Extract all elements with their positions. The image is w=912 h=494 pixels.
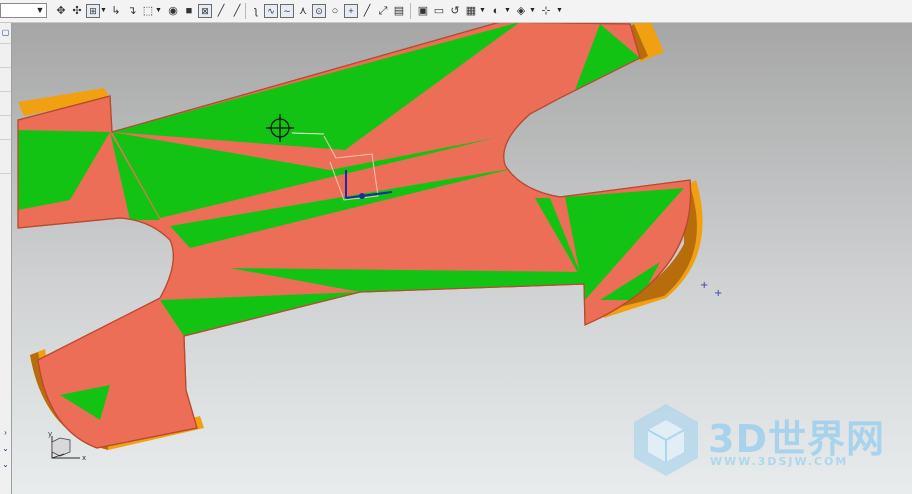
select-box-icon[interactable]: ⬚ — [141, 4, 155, 18]
render-icon[interactable]: ◉ — [166, 4, 180, 18]
plus-icon[interactable]: + — [344, 4, 358, 18]
table-icon[interactable]: ▦ — [464, 4, 478, 18]
triad-y-label: y — [48, 430, 52, 438]
toolbar-separator — [245, 3, 246, 19]
measure-icon[interactable]: ⊹ — [539, 4, 553, 18]
watermark-url: WWW.3DSJW.COM — [710, 455, 849, 468]
snap-icon[interactable]: ✥ — [54, 4, 68, 18]
line-icon[interactable]: ╱ — [214, 4, 228, 18]
vector-icon[interactable]: ↳ — [109, 4, 123, 18]
chevron-down-icon[interactable]: ▼ — [479, 4, 486, 18]
panel-dropdown-icon[interactable]: ⌄ — [0, 443, 11, 454]
chevron-down-icon[interactable]: ▼ — [504, 4, 511, 18]
paint-icon[interactable]: ◐ — [489, 4, 503, 18]
view-icon[interactable]: ▣ — [416, 4, 430, 18]
panel-row-divider — [0, 139, 11, 140]
fit-icon[interactable]: ⋏ — [296, 4, 310, 18]
circle-icon[interactable]: ○ — [328, 4, 342, 18]
svg-text:+: + — [714, 288, 722, 299]
left-panel: ▢ › ⌄ ⌄ — [0, 23, 12, 494]
triad-x-label: x — [82, 454, 86, 462]
analysis-icon[interactable]: ∼ — [280, 4, 294, 18]
panel-expand-icon[interactable]: › — [0, 427, 11, 438]
chevron-down-icon[interactable]: ▼ — [35, 4, 45, 17]
cube-icon[interactable]: ◈ — [514, 4, 528, 18]
chevron-down-icon[interactable]: ▼ — [155, 4, 162, 18]
refresh-icon[interactable]: ↺ — [448, 4, 462, 18]
save-icon[interactable]: ▤ — [392, 4, 406, 18]
axis-triad-icon: y x — [48, 430, 86, 462]
curve-icon[interactable]: ʅ — [249, 4, 263, 18]
toolbar-separator — [410, 3, 411, 19]
toolbar: ▼ ✥ ✣ ⊞ ▼ ↳ ↴ ⬚ ▼ ◉ ■ ⊠ ╱ ╱ ʅ ∿ ∼ ⋏ ⊙ ○ … — [0, 0, 912, 23]
chevron-down-icon[interactable]: ▼ — [100, 4, 107, 18]
panel-restore-icon[interactable]: ▢ — [0, 27, 11, 38]
display-icon[interactable]: ▭ — [432, 4, 446, 18]
diagonal-icon[interactable]: ╱ — [360, 4, 374, 18]
panel-dropdown-icon[interactable]: ⌄ — [0, 459, 11, 470]
solid-icon[interactable]: ■ — [182, 4, 196, 18]
watermark: 3D世界网 WWW.3DSJW.COM — [628, 400, 912, 480]
panel-row-divider — [0, 173, 11, 174]
line-icon[interactable]: ╱ — [230, 4, 244, 18]
cube-logo-icon — [634, 404, 698, 476]
scale-icon[interactable]: ⤢ — [376, 4, 390, 18]
circle-icon[interactable]: ⊙ — [312, 4, 326, 18]
panel-row-divider — [0, 91, 11, 92]
transform-icon[interactable]: ✣ — [70, 4, 84, 18]
chevron-down-icon[interactable]: ▼ — [556, 4, 563, 18]
panel-row-divider — [0, 115, 11, 116]
panel-row-divider — [0, 67, 11, 68]
view-combo[interactable]: ▼ — [0, 3, 47, 18]
svg-text:+: + — [700, 280, 708, 291]
grid-icon[interactable]: ⊠ — [198, 4, 212, 18]
spline-icon[interactable]: ∿ — [264, 4, 278, 18]
vector-icon[interactable]: ↴ — [125, 4, 139, 18]
panel-row-divider — [0, 43, 11, 44]
point-icon[interactable]: ⊞ — [86, 4, 100, 18]
chevron-down-icon[interactable]: ▼ — [529, 4, 536, 18]
